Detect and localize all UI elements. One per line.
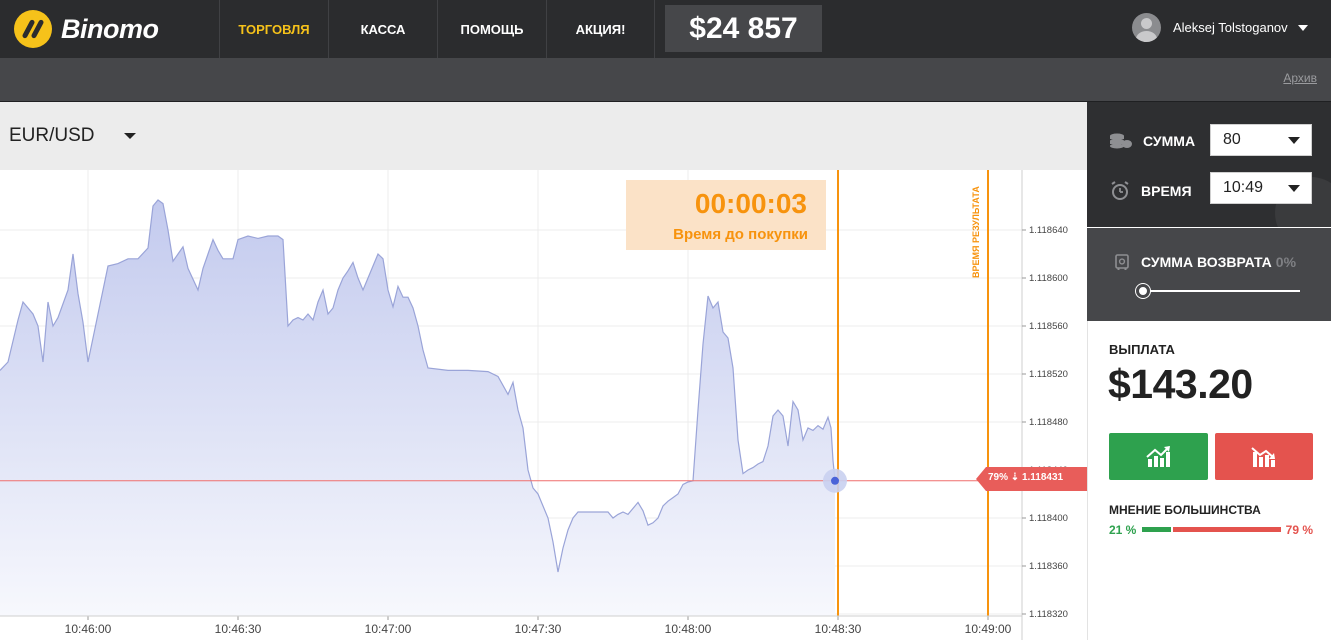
main-nav: ТОРГОВЛЯ КАССА ПОМОЩЬ АКЦИЯ! <box>219 0 655 58</box>
x-tick-label: 10:47:00 <box>365 622 412 636</box>
nav-cashier[interactable]: КАССА <box>328 0 437 58</box>
nav-help[interactable]: ПОМОЩЬ <box>437 0 546 58</box>
x-tick-label: 10:46:30 <box>215 622 262 636</box>
result-time-label: ВРЕМЯ РЕЗУЛЬТАТА <box>971 186 981 278</box>
time-value: 10:49 <box>1223 179 1264 196</box>
asset-selector-bar: EUR/USD <box>0 102 1087 170</box>
majority-down-percent: 79 % <box>1285 523 1313 537</box>
majority-up-bar <box>1142 527 1171 532</box>
refund-panel: СУММА ВОЗВРАТА 0% <box>1087 228 1331 321</box>
amount-value: 80 <box>1223 131 1241 148</box>
price-chart-svg: ВРЕМЯ РЕЗУЛЬТАТА 1.118640 1.118600 1.11856… <box>0 170 1087 640</box>
time-label: ВРЕМЯ <box>1141 183 1192 199</box>
majority-label: МНЕНИЕ БОЛЬШИНСТВА <box>1109 503 1261 517</box>
y-tick-label: 1.118320 <box>1029 609 1068 620</box>
refund-percent: 0% <box>1275 254 1297 270</box>
refund-row: СУММА ВОЗВРАТА 0% <box>1115 254 1296 270</box>
safe-icon <box>1115 254 1129 270</box>
x-tick-label: 10:48:00 <box>665 622 712 636</box>
put-down-button[interactable] <box>1215 433 1313 480</box>
price-area <box>0 200 835 616</box>
amount-select[interactable]: 80 <box>1210 124 1312 156</box>
binomo-app: Binomo ТОРГОВЛЯ КАССА ПОМОЩЬ АКЦИЯ! $24 … <box>0 0 1331 640</box>
current-price-tag-text: 79% ⇣ 1.118431 <box>988 472 1064 483</box>
refund-slider-handle[interactable] <box>1136 284 1150 298</box>
y-tick-label: 1.118600 <box>1029 273 1068 284</box>
sub-toolbar: Архив <box>0 58 1331 102</box>
trade-settings-panel: СУММА ВРЕМЯ <box>1087 102 1331 227</box>
timer-label: Время до покупки <box>673 226 808 243</box>
purchase-timer: 00:00:03 Время до покупки <box>626 180 826 250</box>
user-menu[interactable]: Aleksej Tolstoganov <box>1132 13 1308 42</box>
majority-up-percent: 21 % <box>1109 523 1137 537</box>
chevron-down-icon[interactable] <box>124 133 136 139</box>
top-navbar: Binomo ТОРГОВЛЯ КАССА ПОМОЩЬ АКЦИЯ! $24 … <box>0 0 1331 58</box>
amount-row: СУММА <box>1109 132 1195 150</box>
nav-trading[interactable]: ТОРГОВЛЯ <box>219 0 328 58</box>
price-chart[interactable]: ВРЕМЯ РЕЗУЛЬТАТА 1.118640 1.118600 1.11856… <box>0 170 1087 640</box>
chart-up-icon <box>1145 445 1170 467</box>
current-price-tag: 79% ⇣ 1.118431 <box>976 467 1087 491</box>
x-tick-label: 10:49:00 <box>965 622 1012 636</box>
time-row: ВРЕМЯ <box>1109 181 1192 201</box>
y-tick-label: 1.118360 <box>1029 561 1068 572</box>
y-tick-label: 1.118520 <box>1029 369 1068 380</box>
payout-value: $143.20 <box>1108 361 1253 407</box>
x-tick-label: 10:47:30 <box>515 622 562 636</box>
refund-label: СУММА ВОЗВРАТА <box>1141 254 1272 270</box>
chevron-down-icon <box>1288 185 1300 192</box>
avatar <box>1132 13 1161 42</box>
x-tick-label: 10:48:30 <box>815 622 862 636</box>
refund-slider-track[interactable] <box>1142 290 1300 292</box>
x-tick-label: 10:46:00 <box>65 622 112 636</box>
current-price-dot <box>831 476 839 485</box>
y-tick-label: 1.118560 <box>1029 321 1068 332</box>
expiry-time-select[interactable]: 10:49 <box>1210 172 1312 204</box>
archive-link[interactable]: Архив <box>1283 71 1317 85</box>
chevron-down-icon <box>1297 24 1308 31</box>
asset-pair-label[interactable]: EUR/USD <box>9 125 95 147</box>
brand-name: Binomo <box>61 13 159 44</box>
y-tick-label: 1.118480 <box>1029 417 1068 428</box>
account-balance[interactable]: $24 857 <box>665 5 822 52</box>
timer-value: 00:00:03 <box>694 188 807 219</box>
amount-label: СУММА <box>1143 133 1196 149</box>
alarm-clock-icon <box>1111 181 1129 200</box>
payout-label: ВЫПЛАТА <box>1109 342 1175 357</box>
user-name: Aleksej Tolstoganov <box>1173 20 1288 35</box>
binomo-logo-icon <box>14 10 52 48</box>
chevron-down-icon <box>1288 137 1300 144</box>
y-tick-label: 1.118400 <box>1029 513 1068 524</box>
brand-logo[interactable]: Binomo <box>14 10 159 48</box>
coins-icon <box>1110 133 1132 149</box>
y-tick-label: 1.118640 <box>1029 225 1068 236</box>
payout-panel: ВЫПЛАТА $143.20 МНЕНИЕ БОЛЬШИНСТВА 21 % … <box>1087 321 1331 640</box>
call-up-button[interactable] <box>1109 433 1208 480</box>
majority-down-bar <box>1173 527 1281 532</box>
nav-promo[interactable]: АКЦИЯ! <box>546 0 655 58</box>
chart-down-icon <box>1251 446 1275 467</box>
